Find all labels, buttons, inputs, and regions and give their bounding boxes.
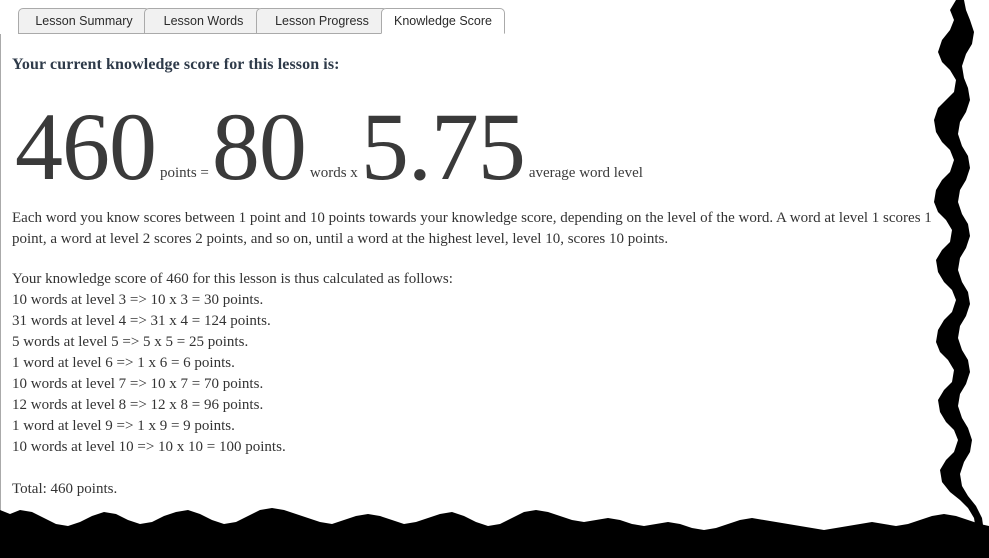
calculation-intro: Your knowledge score of 460 for this les… [12, 271, 453, 287]
calculation-line: 1 word at level 6 => 1 x 6 = 6 points. [12, 355, 235, 371]
calculation-total: Total: 460 points. [12, 481, 118, 497]
calculation-line: 31 words at level 4 => 31 x 4 = 124 poin… [12, 313, 271, 329]
page-title: Your current knowledge score for this le… [12, 56, 340, 73]
calculation-breakdown-list: 10 words at level 3 => 10 x 3 = 30 point… [12, 290, 286, 458]
score-label: points = [160, 165, 209, 181]
tab-lesson-words[interactable]: Lesson Words [144, 8, 263, 34]
calculation-line: 10 words at level 10 => 10 x 10 = 100 po… [12, 439, 286, 455]
average-level-value: 5.75 [360, 93, 526, 200]
scoring-explanation-paragraph: Each word you know scores between 1 poin… [12, 210, 932, 247]
tab-strip: Lesson Summary Lesson Words Lesson Progr… [0, 0, 989, 36]
tab-panel-knowledge-score: Your current knowledge score for this le… [0, 34, 989, 558]
page-root: Lesson Summary Lesson Words Lesson Progr… [0, 0, 989, 558]
calculation-line: 1 word at level 9 => 1 x 9 = 9 points. [12, 418, 235, 434]
word-count-label: words x [309, 165, 358, 181]
calculation-line: 12 words at level 8 => 12 x 8 = 96 point… [12, 397, 264, 413]
tab-lesson-progress[interactable]: Lesson Progress [256, 8, 388, 34]
calculation-line: 10 words at level 7 => 10 x 7 = 70 point… [12, 376, 264, 392]
score-equation: 460 points =80 words x5.75 average word lev… [15, 94, 646, 199]
tab-lesson-summary[interactable]: Lesson Summary [18, 8, 150, 34]
word-count-value: 80 [211, 93, 307, 200]
calculation-line: 5 words at level 5 => 5 x 5 = 25 points. [12, 334, 249, 350]
calculation-line: 10 words at level 3 => 10 x 3 = 30 point… [12, 292, 264, 308]
tab-knowledge-score[interactable]: Knowledge Score [381, 8, 505, 34]
score-value: 460 [15, 93, 157, 200]
average-level-label: average word level [528, 165, 643, 181]
